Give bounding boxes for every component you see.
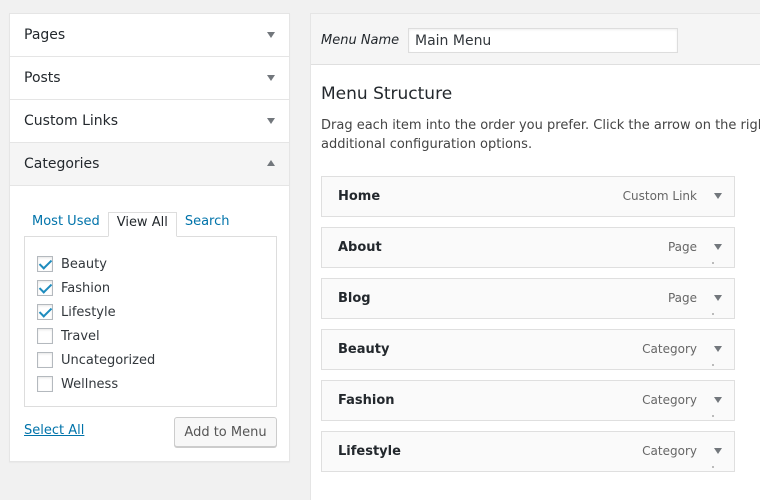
tab-most-used[interactable]: Most Used bbox=[24, 212, 108, 236]
categories-panel: Most Used View All Search Beauty Fashion… bbox=[10, 186, 289, 461]
accordion-categories-label: Categories bbox=[24, 156, 100, 172]
menu-item-lifestyle[interactable]: Lifestyle Category bbox=[321, 431, 735, 472]
drag-dot-icon bbox=[712, 262, 714, 264]
checkbox-beauty[interactable] bbox=[37, 256, 53, 272]
category-label: Wellness bbox=[61, 376, 119, 392]
menu-item-beauty[interactable]: Beauty Category bbox=[321, 329, 735, 370]
description-line: Drag each item into the order you prefer… bbox=[321, 118, 760, 133]
menu-item-blog[interactable]: Blog Page bbox=[321, 278, 735, 319]
accordion-pages[interactable]: Pages bbox=[10, 14, 289, 57]
menu-item-title: About bbox=[338, 240, 382, 255]
menu-item-type: Category bbox=[642, 393, 697, 407]
menu-item-about[interactable]: About Page bbox=[321, 227, 735, 268]
chevron-down-icon[interactable] bbox=[714, 244, 722, 250]
drag-dot-icon bbox=[712, 364, 714, 366]
category-item[interactable]: Fashion bbox=[37, 276, 276, 300]
category-item[interactable]: Wellness bbox=[37, 372, 276, 396]
chevron-down-icon[interactable] bbox=[714, 448, 722, 454]
menu-item-type: Page bbox=[667, 291, 697, 305]
menu-item-title: Home bbox=[338, 189, 381, 204]
menu-name-bar: Menu Name bbox=[311, 14, 760, 65]
accordion-posts[interactable]: Posts bbox=[10, 57, 289, 100]
chevron-down-icon[interactable] bbox=[714, 295, 722, 301]
checkbox-lifestyle[interactable] bbox=[37, 304, 53, 320]
chevron-down-icon[interactable] bbox=[714, 193, 722, 199]
checkbox-travel[interactable] bbox=[37, 328, 53, 344]
category-label: Fashion bbox=[61, 280, 111, 296]
drag-dot-icon bbox=[712, 313, 714, 315]
menu-item-fashion[interactable]: Fashion Category bbox=[321, 380, 735, 421]
select-all-link[interactable]: Select All bbox=[24, 423, 84, 438]
chevron-down-icon[interactable] bbox=[714, 397, 722, 403]
menu-name-label: Menu Name bbox=[321, 33, 400, 48]
category-item[interactable]: Travel bbox=[37, 324, 276, 348]
checkbox-fashion[interactable] bbox=[37, 280, 53, 296]
menu-item-type: Category bbox=[642, 444, 697, 458]
category-label: Uncategorized bbox=[61, 352, 156, 368]
category-checklist: Beauty Fashion Lifestyle Travel Uncatego… bbox=[24, 236, 277, 407]
menu-item-title: Lifestyle bbox=[338, 444, 401, 459]
drag-dot-icon bbox=[712, 466, 714, 468]
chevron-down-icon[interactable] bbox=[267, 118, 275, 124]
menu-item-type: Custom Link bbox=[622, 189, 697, 203]
accordion-categories[interactable]: Categories bbox=[10, 143, 289, 186]
category-item[interactable]: Uncategorized bbox=[37, 348, 276, 372]
accordion-custom-links[interactable]: Custom Links bbox=[10, 100, 289, 143]
chevron-down-icon[interactable] bbox=[267, 32, 275, 38]
menu-item-type: Category bbox=[642, 342, 697, 356]
menu-editor-panel: Menu Name Menu Structure Drag each item … bbox=[310, 13, 760, 500]
chevron-down-icon[interactable] bbox=[267, 75, 275, 81]
accordion-pages-label: Pages bbox=[24, 27, 66, 43]
drag-dot-icon bbox=[712, 415, 714, 417]
description-line: additional configuration options. bbox=[321, 137, 533, 152]
category-tabs: Most Used View All Search bbox=[24, 212, 238, 237]
add-to-menu-button[interactable]: Add to Menu bbox=[174, 417, 277, 447]
checkbox-uncategorized[interactable] bbox=[37, 352, 53, 368]
menu-item-home[interactable]: Home Custom Link bbox=[321, 176, 735, 217]
category-label: Travel bbox=[61, 328, 100, 344]
menu-item-title: Blog bbox=[338, 291, 371, 306]
chevron-down-icon[interactable] bbox=[714, 346, 722, 352]
chevron-up-icon[interactable] bbox=[267, 160, 275, 166]
tab-search[interactable]: Search bbox=[177, 212, 238, 236]
menu-structure-description: Drag each item into the order you prefer… bbox=[321, 116, 760, 154]
menu-structure-title: Menu Structure bbox=[321, 84, 453, 104]
menu-item-title: Fashion bbox=[338, 393, 395, 408]
checkbox-wellness[interactable] bbox=[37, 376, 53, 392]
category-item[interactable]: Beauty bbox=[37, 252, 276, 276]
menu-item-type: Page bbox=[667, 240, 697, 254]
tab-view-all[interactable]: View All bbox=[107, 212, 177, 237]
accordion-custom-links-label: Custom Links bbox=[24, 113, 119, 129]
accordion-posts-label: Posts bbox=[24, 70, 61, 86]
category-label: Lifestyle bbox=[61, 304, 116, 320]
menu-name-input[interactable] bbox=[408, 28, 678, 53]
menu-item-title: Beauty bbox=[338, 342, 390, 357]
menu-items-accordion: Pages Posts Custom Links Categories Most… bbox=[9, 13, 290, 462]
category-label: Beauty bbox=[61, 256, 107, 272]
category-item[interactable]: Lifestyle bbox=[37, 300, 276, 324]
